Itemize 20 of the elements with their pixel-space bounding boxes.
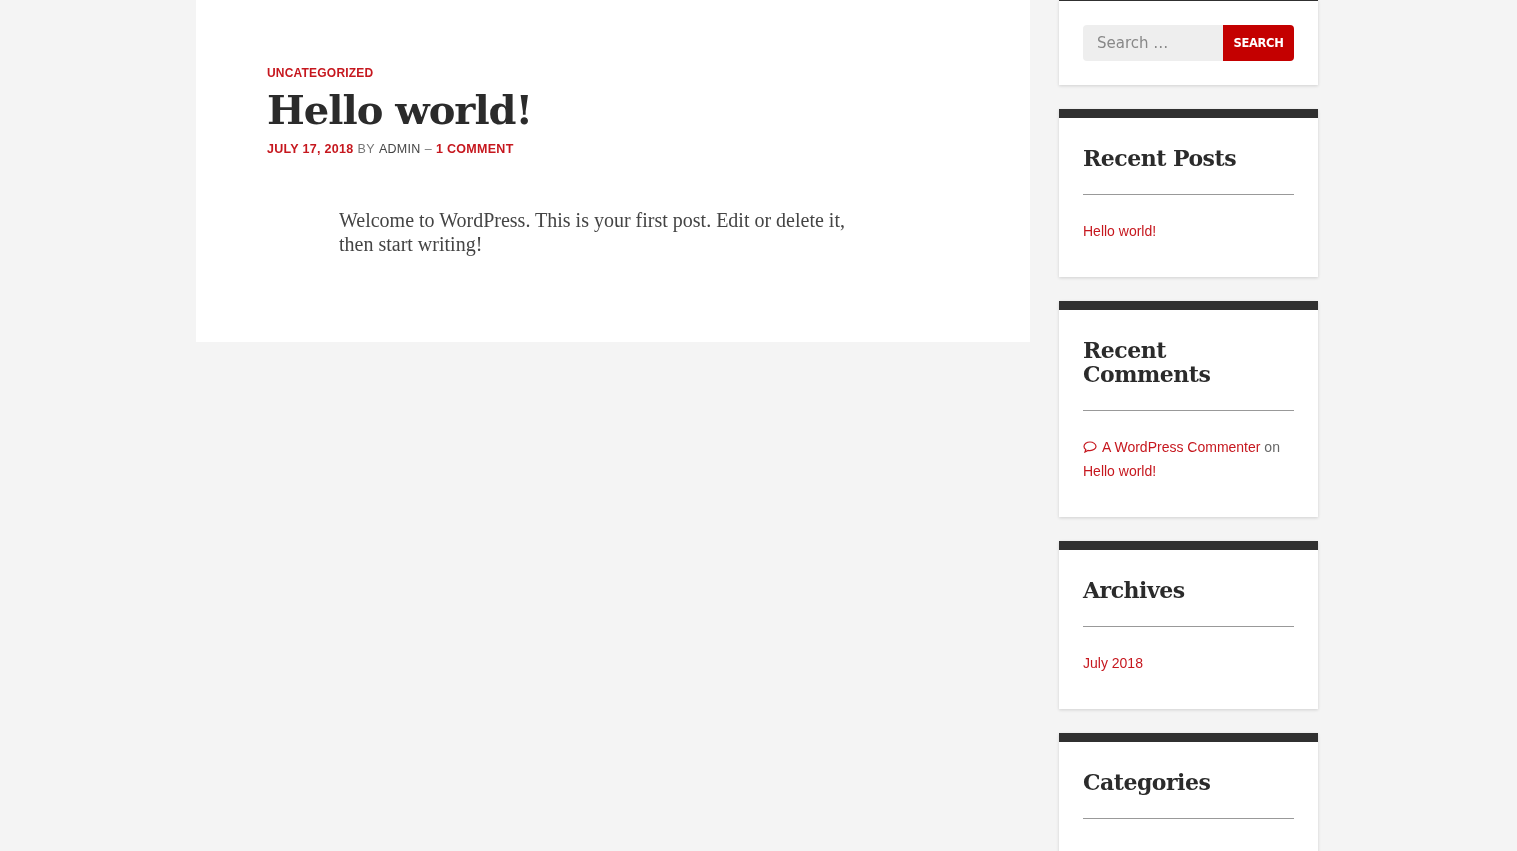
post-title: Hello world! (267, 86, 533, 134)
widget-title: Recent Comments (1083, 338, 1212, 386)
widget-title: Categories (1083, 770, 1212, 794)
comments-link[interactable]: 1 COMMENT (435, 142, 514, 156)
comment-on-text: on (1264, 439, 1280, 455)
category-link[interactable]: UNCATEGORIZED (267, 66, 374, 80)
date-link[interactable]: JULY 17, 2018 (267, 142, 354, 156)
post-body: Welcome to WordPress. This is your first post. Edit or delete it, then start writing! (339, 208, 846, 256)
separator-text: – (424, 142, 432, 156)
widget-title: Recent Posts (1083, 146, 1238, 170)
widget-link[interactable]: Hello world! (1083, 223, 1157, 239)
widget-link[interactable]: July 2018 (1083, 655, 1143, 671)
search-field[interactable]: Search … (1083, 25, 1223, 61)
byline-text: BY (357, 142, 375, 156)
comment-post-link[interactable]: Hello world! (1083, 463, 1157, 479)
comment-author-link[interactable]: A WordPress Commenter (1102, 439, 1261, 455)
widget-title: Archives (1083, 578, 1186, 602)
author-link[interactable]: ADMIN (378, 142, 421, 156)
speech-bubble-icon (1083, 441, 1097, 453)
search-button[interactable]: SEARCH (1223, 25, 1294, 61)
